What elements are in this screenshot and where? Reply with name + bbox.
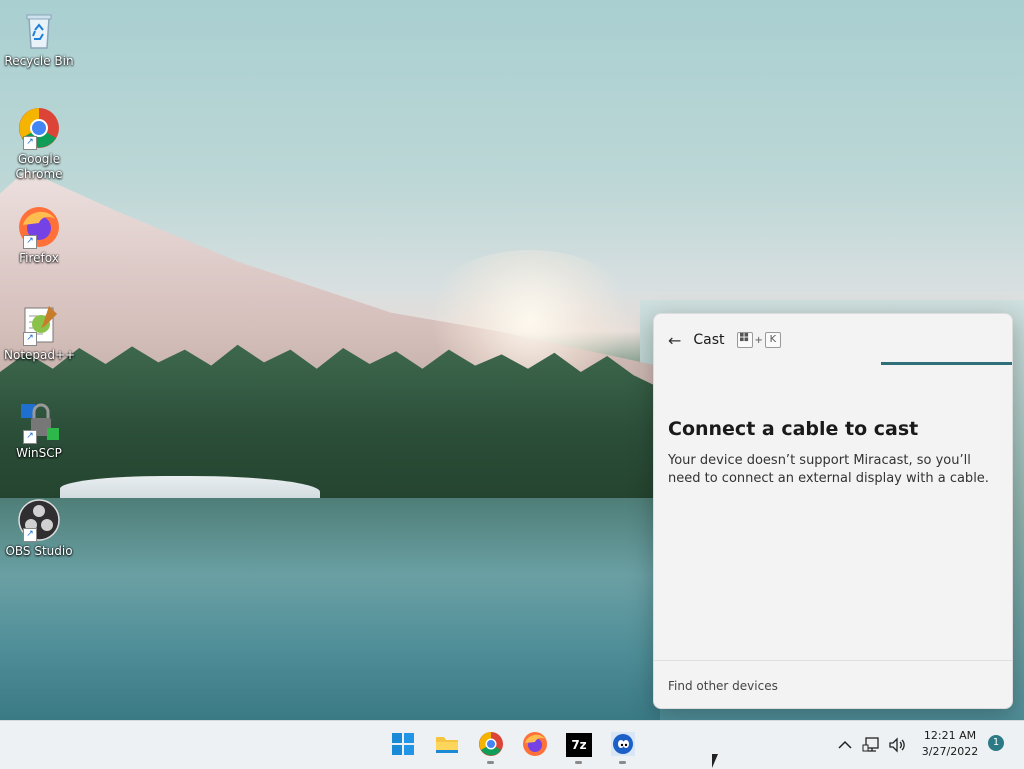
chevron-up-icon (838, 740, 852, 749)
shortcut-arrow-icon: ↗ (23, 430, 37, 444)
back-arrow-icon[interactable]: ← (668, 331, 681, 350)
shortcut-arrow-icon: ↗ (23, 136, 37, 150)
cast-panel: ← Cast + K Connect a cable to cast Your … (653, 313, 1013, 709)
wallpaper-lake (0, 498, 660, 720)
desktop-icon-label: Firefox (19, 251, 59, 265)
desktop-icon-label: Notepad++ (4, 348, 76, 362)
shortcut-plus: + (754, 334, 763, 346)
desktop-icon-winscp[interactable]: ↗ WinSCP (4, 400, 74, 461)
firefox-icon: ↗ (17, 205, 61, 249)
desktop-icon-label: WinSCP (16, 446, 62, 460)
clock-date: 3/27/2022 (921, 745, 979, 758)
find-other-devices-link[interactable]: Find other devices (668, 679, 778, 693)
searching-progress-bar (881, 362, 1012, 365)
notification-badge[interactable]: 1 (988, 735, 1004, 751)
obs-studio-icon: ↗ (17, 498, 61, 542)
mouse-cursor-icon (712, 754, 718, 768)
desktop-icon-firefox[interactable]: ↗ Firefox (4, 205, 74, 266)
running-indicator (619, 761, 626, 764)
chrome-icon (479, 732, 503, 756)
windows-key-icon (736, 332, 753, 348)
show-hidden-icons-button[interactable] (836, 721, 854, 769)
firefox-icon (523, 732, 547, 756)
cast-panel-header: ← Cast + K (668, 330, 781, 350)
volume-button[interactable] (888, 721, 908, 769)
start-button[interactable] (390, 731, 416, 757)
network-icon (862, 737, 879, 752)
searching-progress-fill (881, 362, 1012, 365)
desktop-icon-label: Google Chrome (15, 152, 63, 181)
desktop-icon-notepad-plus-plus[interactable]: ↗ Notepad++ (4, 302, 76, 363)
winscp-icon: ↗ (17, 400, 61, 444)
desktop-icon-label: Recycle Bin (4, 54, 74, 68)
chrome-icon: ↗ (17, 106, 61, 150)
7zip-icon: 7z (566, 733, 592, 757)
taskbar-file-explorer[interactable] (434, 731, 460, 757)
desktop-icon-obs-studio[interactable]: ↗ OBS Studio (4, 498, 74, 559)
running-indicator (575, 761, 582, 764)
desktop-icon-label: OBS Studio (5, 544, 73, 558)
desktop-icon-recycle-bin[interactable]: Recycle Bin (4, 8, 74, 69)
sonic-game-icon (611, 732, 635, 756)
clock[interactable]: 12:21 AM 3/27/2022 (916, 728, 984, 760)
cast-panel-footer: Find other devices (654, 660, 1012, 708)
keyboard-shortcut-hint: + K (736, 332, 781, 348)
cast-heading: Connect a cable to cast (668, 418, 919, 440)
shortcut-key: K (764, 332, 781, 348)
taskbar-sonic[interactable] (610, 731, 636, 764)
notepad-plus-plus-icon: ↗ (17, 302, 61, 346)
wallpaper-forest (0, 344, 660, 500)
taskbar-chrome[interactable] (478, 731, 504, 764)
running-indicator (487, 761, 494, 764)
shortcut-arrow-icon: ↗ (23, 235, 37, 249)
clock-time: 12:21 AM (923, 729, 977, 742)
taskbar-7zip[interactable]: 7z (566, 731, 592, 764)
taskbar-firefox[interactable] (522, 731, 548, 757)
shortcut-arrow-icon: ↗ (23, 528, 37, 542)
desktop-icon-google-chrome[interactable]: ↗ Google Chrome (4, 106, 74, 182)
volume-icon (889, 737, 905, 753)
windows-logo-icon (392, 733, 414, 755)
folder-icon (436, 737, 458, 753)
cast-panel-title: Cast (693, 332, 725, 348)
cast-description: Your device doesn’t support Miracast, so… (668, 453, 989, 486)
desktop: Recycle Bin ↗ Google Chrome ↗ Firefox ↗ … (0, 0, 1024, 720)
network-button[interactable] (862, 721, 882, 769)
recycle-bin-icon (17, 8, 61, 52)
shortcut-arrow-icon: ↗ (23, 332, 37, 346)
taskbar: 7z 12:21 AM 3/27/2022 1 (0, 720, 1024, 769)
